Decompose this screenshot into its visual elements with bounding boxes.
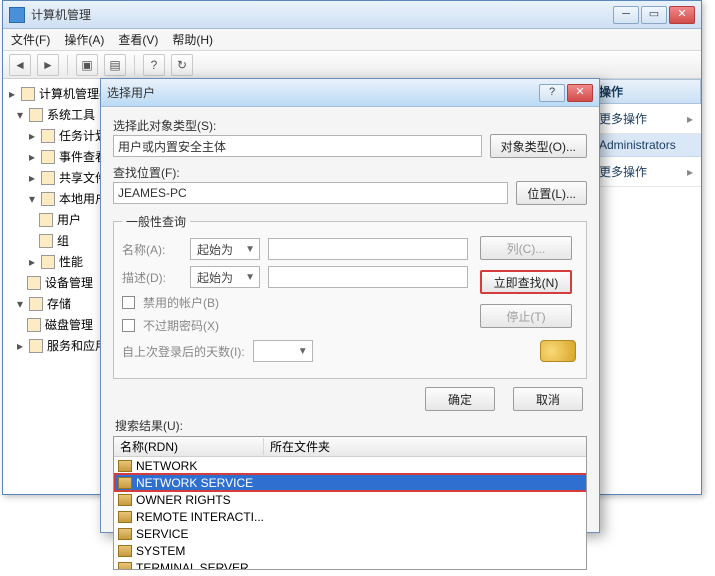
results-list[interactable]: 名称(RDN) 所在文件夹 NETWORK NETWORK SERVICE OWNE…: [113, 436, 587, 570]
find-now-button[interactable]: 立即查找(N): [480, 270, 572, 294]
result-row[interactable]: OWNER RIGHTS: [114, 491, 586, 508]
desc-label: 描述(D):: [122, 269, 182, 286]
select-user-dialog: 选择用户 ? ✕ 选择此对象类型(S): 用户或内置安全主体 对象类型(O)..…: [100, 78, 600, 533]
app-icon: [9, 7, 25, 23]
user-icon: [118, 460, 132, 472]
user-icon: [118, 545, 132, 557]
chevron-down-icon: ▼: [298, 346, 308, 357]
general-query-group: 一般性查询 名称(A): 起始为▼ 描述(D): 起始为▼ 禁用的帐户(B) 不…: [113, 213, 587, 379]
stop-button[interactable]: 停止(T): [480, 304, 572, 328]
user-icon: [118, 511, 132, 523]
ok-button[interactable]: 确定: [425, 387, 495, 411]
lastlogin-combo[interactable]: ▼: [253, 340, 313, 362]
nav-fwd-button[interactable]: ►: [37, 54, 59, 76]
results-header[interactable]: 名称(RDN) 所在文件夹: [114, 437, 586, 457]
location-label: 查找位置(F):: [113, 164, 587, 181]
name-match-combo[interactable]: 起始为▼: [190, 238, 260, 260]
main-titlebar[interactable]: 计算机管理 ─ ▭ ✕: [3, 1, 701, 29]
result-name: OWNER RIGHTS: [136, 493, 231, 507]
result-name: TERMINAL SERVER ...: [136, 561, 262, 571]
disabled-accounts-label: 禁用的帐户(B): [143, 294, 219, 311]
action-more-1[interactable]: 更多操作▸: [591, 104, 701, 134]
dialog-help-button[interactable]: ?: [539, 84, 565, 102]
chevron-down-icon: ▼: [245, 272, 255, 283]
result-row[interactable]: NETWORK: [114, 457, 586, 474]
result-row[interactable]: NETWORK SERVICE: [114, 474, 586, 491]
columns-button[interactable]: 列(C)...: [480, 236, 572, 260]
menu-action[interactable]: 操作(A): [64, 31, 104, 48]
close-button[interactable]: ✕: [669, 6, 695, 24]
disabled-accounts-checkbox[interactable]: [122, 296, 135, 309]
nav-back-button[interactable]: ◄: [9, 54, 31, 76]
user-icon: [118, 494, 132, 506]
result-name: SYSTEM: [136, 544, 185, 558]
chevron-right-icon: ▸: [687, 112, 693, 126]
result-row[interactable]: SYSTEM: [114, 542, 586, 559]
result-name: NETWORK SERVICE: [136, 476, 253, 490]
menu-help[interactable]: 帮助(H): [172, 31, 213, 48]
actions-header: 操作: [591, 79, 701, 104]
location-button[interactable]: 位置(L)...: [516, 181, 587, 205]
props-button[interactable]: ▤: [104, 54, 126, 76]
result-name: SERVICE: [136, 527, 188, 541]
col-rdn[interactable]: 名称(RDN): [114, 438, 264, 455]
col-folder[interactable]: 所在文件夹: [264, 438, 586, 455]
result-row[interactable]: SERVICE: [114, 525, 586, 542]
object-type-label: 选择此对象类型(S):: [113, 117, 587, 134]
toolbar: ◄ ► ▣ ▤ ? ↻: [3, 51, 701, 79]
action-more-2[interactable]: 更多操作▸: [591, 157, 701, 187]
action-pane: 操作 更多操作▸ Administrators 更多操作▸: [591, 79, 701, 494]
object-type-field: 用户或内置安全主体: [113, 135, 482, 157]
maximize-button[interactable]: ▭: [641, 6, 667, 24]
chevron-right-icon: ▸: [687, 165, 693, 179]
dialog-body: 选择此对象类型(S): 用户或内置安全主体 对象类型(O)... 查找位置(F)…: [101, 107, 599, 576]
user-icon: [118, 477, 132, 489]
dialog-close-button[interactable]: ✕: [567, 84, 593, 102]
dialog-title: 选择用户: [107, 84, 539, 101]
noexpire-pwd-checkbox[interactable]: [122, 319, 135, 332]
lastlogin-label: 自上次登录后的天数(I):: [122, 343, 245, 360]
menu-file[interactable]: 文件(F): [11, 31, 50, 48]
menubar: 文件(F) 操作(A) 查看(V) 帮助(H): [3, 29, 701, 51]
help-button[interactable]: ?: [143, 54, 165, 76]
minimize-button[interactable]: ─: [613, 6, 639, 24]
group-legend: 一般性查询: [122, 213, 190, 230]
up-button[interactable]: ▣: [76, 54, 98, 76]
chevron-down-icon: ▼: [245, 244, 255, 255]
result-name: REMOTE INTERACTI...: [136, 510, 264, 524]
location-field: JEAMES-PC: [113, 182, 508, 204]
user-icon: [118, 562, 132, 571]
object-type-button[interactable]: 对象类型(O)...: [490, 134, 587, 158]
desc-input[interactable]: [268, 266, 468, 288]
noexpire-pwd-label: 不过期密码(X): [143, 317, 219, 334]
name-input[interactable]: [268, 238, 468, 260]
dialog-titlebar[interactable]: 选择用户 ? ✕: [101, 79, 599, 107]
refresh-button[interactable]: ↻: [171, 54, 193, 76]
action-admins[interactable]: Administrators: [591, 134, 701, 157]
cancel-button[interactable]: 取消: [513, 387, 583, 411]
results-label: 搜索结果(U):: [115, 417, 587, 434]
desc-match-combo[interactable]: 起始为▼: [190, 266, 260, 288]
key-icon: [540, 340, 576, 362]
result-row[interactable]: REMOTE INTERACTI...: [114, 508, 586, 525]
result-name: NETWORK: [136, 459, 197, 473]
result-row[interactable]: TERMINAL SERVER ...: [114, 559, 586, 570]
menu-view[interactable]: 查看(V): [118, 31, 158, 48]
name-label: 名称(A):: [122, 241, 182, 258]
main-title: 计算机管理: [31, 6, 613, 23]
